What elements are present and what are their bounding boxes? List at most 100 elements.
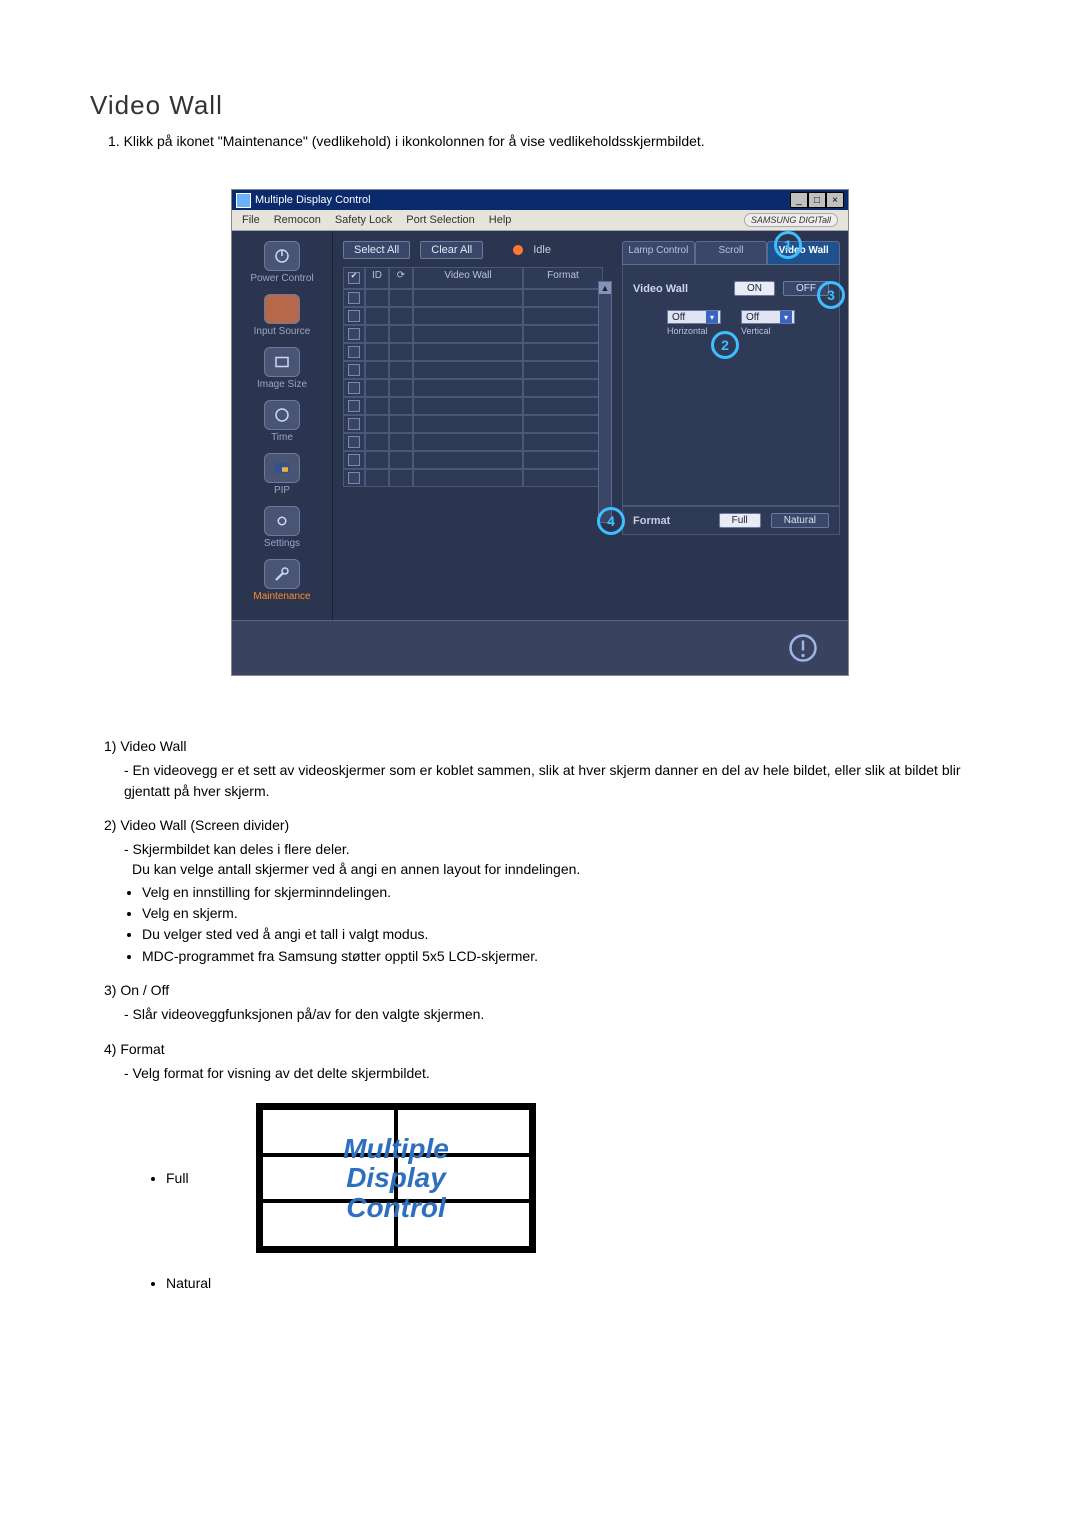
idle-indicator-icon (513, 245, 523, 255)
menu-port-selection[interactable]: Port Selection (406, 214, 474, 226)
table-row[interactable] (343, 397, 608, 415)
menu-file[interactable]: File (242, 214, 260, 226)
row-checkbox[interactable] (348, 400, 360, 412)
horizontal-select[interactable]: Off ▾ (667, 310, 721, 324)
vertical-value: Off (746, 312, 759, 323)
window-titlebar: Multiple Display Control _ □ × (232, 190, 848, 210)
sidebar-item-label: Maintenance (234, 591, 330, 602)
row-checkbox[interactable] (348, 364, 360, 376)
full-format-diagram: Multiple Display Control (256, 1103, 536, 1253)
page-title: Video Wall (90, 90, 990, 121)
table-row[interactable] (343, 307, 608, 325)
chevron-down-icon: ▾ (706, 311, 718, 323)
row-checkbox[interactable] (348, 418, 360, 430)
sidebar-item-image-size[interactable]: Image Size (234, 347, 330, 390)
diagram-line-2: Display (346, 1163, 446, 1192)
clear-all-button[interactable]: Clear All (420, 241, 483, 259)
window-maximize-button[interactable]: □ (808, 192, 826, 208)
sidebar-item-label: Power Control (234, 273, 330, 284)
display-list-area: Select All Clear All Idle ID ⟳ Video Wal… (333, 231, 614, 620)
select-all-button[interactable]: Select All (343, 241, 410, 259)
item-2-desc-1: - Skjermbildet kan deles i flere deler. (124, 839, 990, 859)
row-checkbox[interactable] (348, 436, 360, 448)
row-checkbox[interactable] (348, 328, 360, 340)
tab-lamp-control[interactable]: Lamp Control (622, 241, 695, 265)
window-title: Multiple Display Control (255, 194, 371, 206)
row-checkbox[interactable] (348, 292, 360, 304)
status-footer (232, 620, 848, 675)
input-source-icon (264, 294, 300, 324)
sidebar-item-settings[interactable]: Settings (234, 506, 330, 549)
col-id: ID (365, 267, 389, 289)
row-checkbox[interactable] (348, 346, 360, 358)
diagram-line-3: Control (346, 1193, 446, 1222)
row-checkbox[interactable] (348, 382, 360, 394)
gear-icon (264, 506, 300, 536)
table-row[interactable] (343, 379, 608, 397)
sidebar-item-label: Image Size (234, 379, 330, 390)
table-row[interactable] (343, 433, 608, 451)
right-panel: Lamp Control Scroll Video Wall 1 Video W… (614, 231, 848, 620)
checkbox-header[interactable] (348, 272, 360, 284)
sidebar-item-time[interactable]: Time (234, 400, 330, 443)
sidebar-item-pip[interactable]: PIP (234, 453, 330, 496)
window-minimize-button[interactable]: _ (790, 192, 808, 208)
idle-label: Idle (533, 244, 551, 256)
window-close-button[interactable]: × (826, 192, 844, 208)
vertical-scrollbar[interactable]: ▲ (598, 281, 612, 523)
power-icon (264, 241, 300, 271)
menu-remocon[interactable]: Remocon (274, 214, 321, 226)
callout-badge-4: 4 (597, 507, 625, 535)
table-row[interactable] (343, 325, 608, 343)
sidebar-item-label: Input Source (234, 326, 330, 337)
sidebar-item-input[interactable]: Input Source (234, 294, 330, 337)
row-checkbox[interactable] (348, 454, 360, 466)
sidebar-item-maintenance[interactable]: Maintenance (234, 559, 330, 602)
on-button[interactable]: ON (734, 281, 775, 296)
mdc-window: Multiple Display Control _ □ × File Remo… (231, 189, 849, 676)
chevron-down-icon: ▾ (780, 311, 792, 323)
natural-label: Natural (166, 1273, 990, 1293)
sidebar-item-label: PIP (234, 485, 330, 496)
col-status-icon: ⟳ (389, 267, 413, 289)
table-row[interactable] (343, 415, 608, 433)
tab-scroll[interactable]: Scroll (695, 241, 768, 265)
sidebar-item-label: Settings (234, 538, 330, 549)
menu-safety-lock[interactable]: Safety Lock (335, 214, 392, 226)
format-natural-button[interactable]: Natural (771, 513, 829, 528)
row-checkbox[interactable] (348, 310, 360, 322)
format-label: Format (633, 515, 670, 527)
item-2-bullet: Velg en innstilling for skjerminndelinge… (142, 882, 990, 902)
scroll-up-icon[interactable]: ▲ (599, 282, 611, 294)
table-row[interactable] (343, 289, 608, 307)
item-4-desc: - Velg format for visning av det delte s… (124, 1063, 990, 1083)
app-icon (236, 193, 251, 208)
sidebar-item-label: Time (234, 432, 330, 443)
item-4-title: 4) Format (104, 1039, 990, 1059)
wrench-icon (264, 559, 300, 589)
col-format: Format (523, 267, 603, 289)
vertical-caption: Vertical (741, 326, 795, 336)
horizontal-value: Off (672, 312, 685, 323)
sidebar-item-power[interactable]: Power Control (234, 241, 330, 284)
warning-icon (788, 633, 818, 663)
menu-help[interactable]: Help (489, 214, 512, 226)
item-2-bullet: Du velger sted ved å angi et tall i valg… (142, 924, 990, 944)
diagram-line-1: Multiple (343, 1134, 449, 1163)
pip-icon (264, 453, 300, 483)
grid-body (343, 289, 608, 487)
table-row[interactable] (343, 343, 608, 361)
image-size-icon (264, 347, 300, 377)
item-2-bullet: Velg en skjerm. (142, 903, 990, 923)
table-row[interactable] (343, 361, 608, 379)
col-video-wall: Video Wall (413, 267, 523, 289)
item-3-title: 3) On / Off (104, 980, 990, 1000)
table-row[interactable] (343, 469, 608, 487)
video-wall-label: Video Wall (633, 283, 688, 295)
item-2-bullet: MDC-programmet fra Samsung støtter oppti… (142, 946, 990, 966)
vertical-select[interactable]: Off ▾ (741, 310, 795, 324)
full-label: Full (166, 1168, 226, 1188)
table-row[interactable] (343, 451, 608, 469)
row-checkbox[interactable] (348, 472, 360, 484)
format-full-button[interactable]: Full (719, 513, 761, 528)
